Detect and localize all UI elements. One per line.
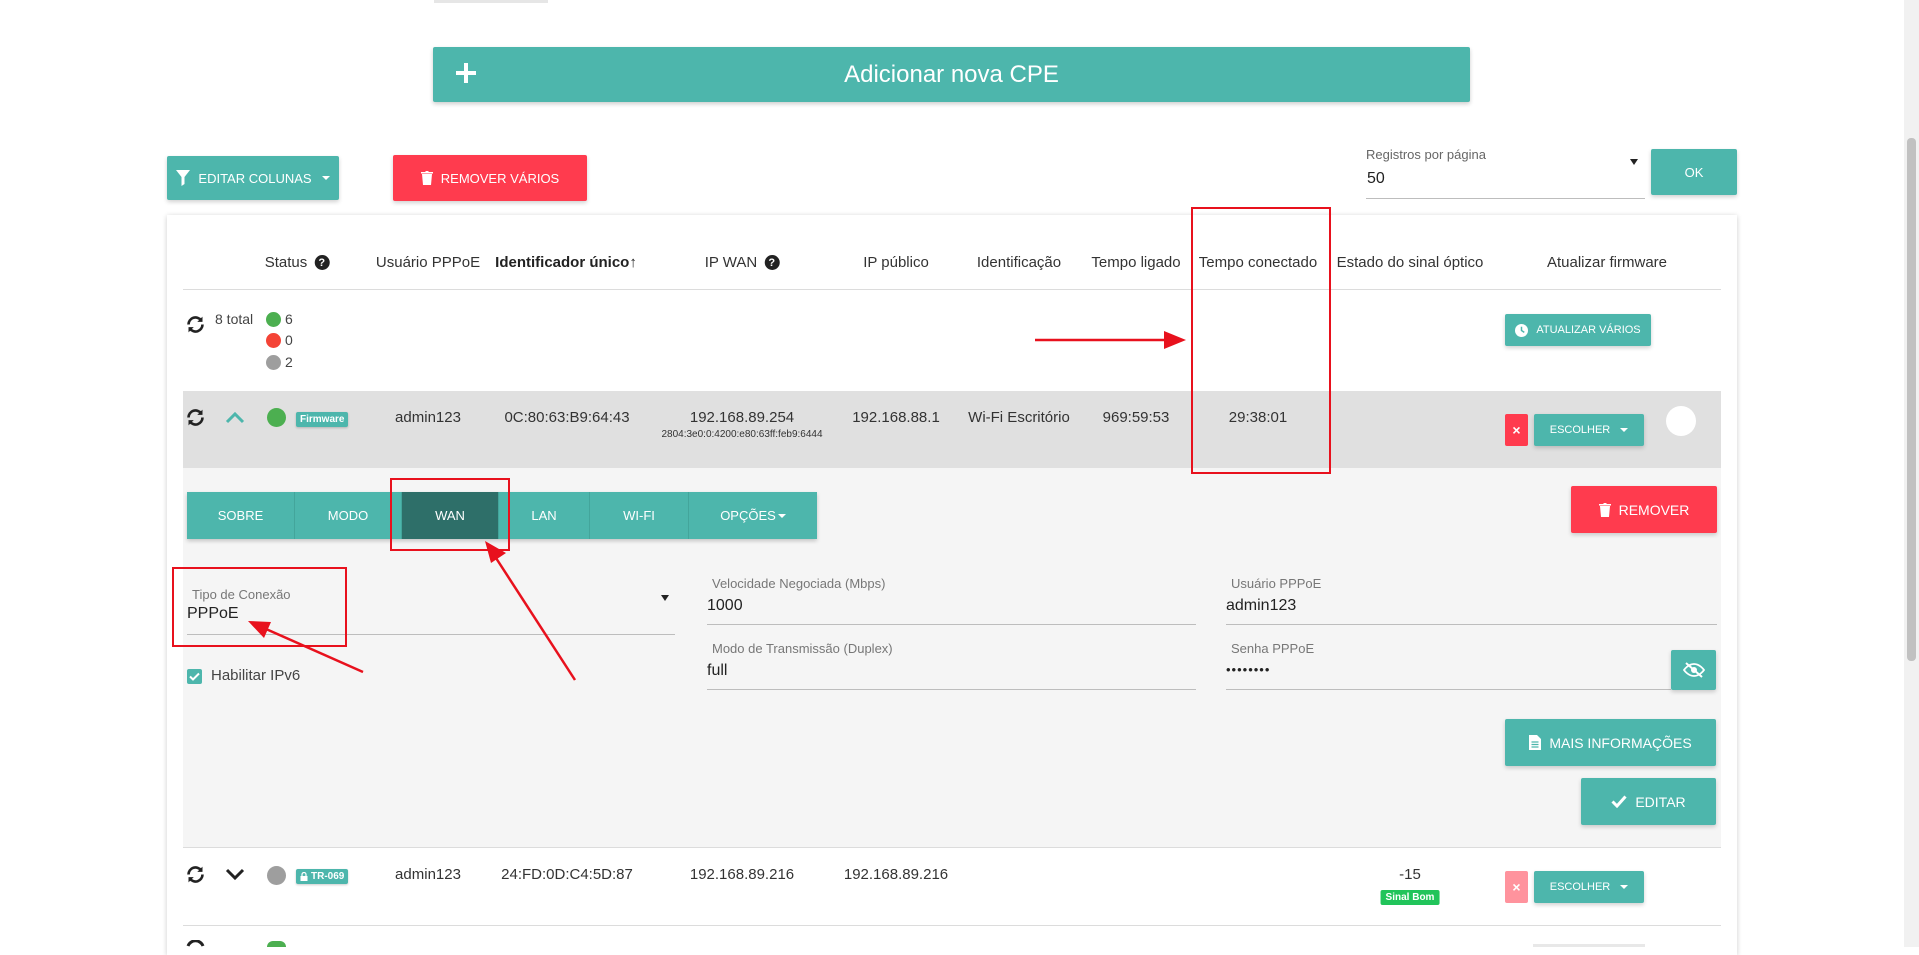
scrollbar-thumb[interactable]	[1907, 138, 1916, 661]
annotation-arrows	[248, 331, 1186, 681]
